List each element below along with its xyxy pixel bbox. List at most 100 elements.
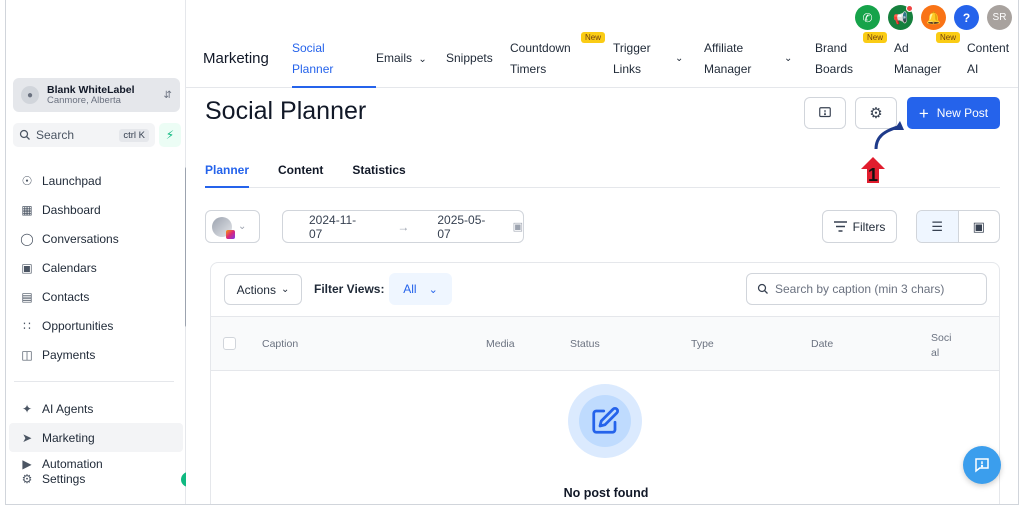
sidebar-item-marketing[interactable]: ➤ Marketing xyxy=(9,423,183,452)
tab-label: Planner xyxy=(292,62,334,76)
chevron-down-icon: ⌄ xyxy=(428,283,438,296)
chevron-down-icon: ⌄ xyxy=(675,53,684,64)
help-button[interactable]: ? xyxy=(954,5,979,30)
social-account-selector[interactable]: ⌄ xyxy=(205,210,260,243)
tab-snippets[interactable]: Snippets xyxy=(446,38,510,88)
filter-views-select[interactable]: All ⌄ xyxy=(389,273,452,305)
column-social-line1: Soci xyxy=(931,332,952,344)
sidebar-item-label: Automation xyxy=(42,457,103,471)
tab-label: Social xyxy=(292,41,325,55)
tab-label: Content xyxy=(967,41,1010,55)
subtab-content[interactable]: Content xyxy=(278,163,323,188)
feedback-button[interactable] xyxy=(804,97,846,129)
tab-countdown-timers[interactable]: Countdown Timers xyxy=(510,38,613,88)
quick-action-bolt-icon[interactable]: ⚡ xyxy=(159,123,181,147)
list-icon: ☰ xyxy=(931,218,944,234)
column-caption: Caption xyxy=(262,338,299,350)
sidebar-item-label: Opportunities xyxy=(42,318,114,333)
tab-label: Affiliate xyxy=(704,41,744,55)
tab-label: Snippets xyxy=(446,51,493,65)
tab-social-planner[interactable]: Social Planner xyxy=(292,38,376,88)
user-avatar[interactable]: SR xyxy=(987,5,1012,30)
view-toggle: ☰ ▣ xyxy=(916,210,1000,243)
sidebar-item-label: Launchpad xyxy=(42,173,102,188)
chevron-down-icon: ⌄ xyxy=(280,284,290,295)
sparkles-icon: ✦ xyxy=(21,401,33,416)
sidebar-item-opportunities[interactable]: ∷ Opportunities xyxy=(6,311,186,340)
sidebar-item-contacts[interactable]: ▤ Contacts xyxy=(6,282,186,311)
tab-trigger-links[interactable]: New Trigger Links ⌄ xyxy=(581,32,704,88)
sidebar-item-conversations[interactable]: ◯ Conversations xyxy=(6,224,186,253)
tab-label: Links xyxy=(613,62,642,76)
sidebar-divider xyxy=(14,381,174,382)
send-icon: ➤ xyxy=(21,430,33,445)
filter-lines-icon xyxy=(833,221,847,232)
new-badge: New xyxy=(581,32,606,43)
notification-dot xyxy=(906,5,913,12)
subtab-planner[interactable]: Planner xyxy=(205,163,250,188)
account-name: Blank WhiteLabel xyxy=(47,83,135,96)
column-type: Type xyxy=(691,338,714,350)
tab-ad-manager[interactable]: New Ad Manager xyxy=(894,32,967,88)
sidebar-item-payments[interactable]: ◫ Payments xyxy=(6,340,186,369)
date-start: 2024-11-07 xyxy=(309,212,357,241)
tab-emails[interactable]: Emails ⌄ xyxy=(376,38,446,88)
sidebar-item-label: Marketing xyxy=(42,430,95,445)
tab-brand-boards[interactable]: New Brand Boards xyxy=(815,32,894,88)
notifications-button[interactable]: 🔔 xyxy=(921,5,946,30)
opportunities-icon: ∷ xyxy=(23,318,31,333)
support-chat-button[interactable] xyxy=(963,446,1001,484)
sidebar-item-dashboard[interactable]: ▦ Dashboard xyxy=(6,195,186,224)
calendar-icon: ▣ xyxy=(512,221,523,233)
instagram-account-avatar xyxy=(212,216,235,239)
calendar-view-button[interactable]: ▣ xyxy=(959,211,1000,242)
phone-icon: ✆ xyxy=(862,10,873,25)
chat-bubble-icon xyxy=(975,458,989,473)
arrow-right-icon: → xyxy=(397,219,410,234)
phone-button[interactable]: ✆ xyxy=(855,5,880,30)
column-status: Status xyxy=(570,338,600,350)
contact-card-icon: ▤ xyxy=(21,289,33,304)
planner-subtabs: Planner Content Statistics xyxy=(205,163,1000,188)
new-post-button[interactable]: + New Post xyxy=(907,97,1000,129)
tab-content-ai[interactable]: Content AI xyxy=(967,38,1017,88)
sidebar-item-automation[interactable]: ▶ Automation xyxy=(6,456,186,472)
chevron-down-icon: ⌄ xyxy=(784,53,793,64)
search-shortcut: ctrl K xyxy=(119,128,149,142)
calendar-icon: ▣ xyxy=(21,260,33,275)
select-all-checkbox[interactable] xyxy=(223,337,236,350)
sidebar-search[interactable]: Search ctrl K xyxy=(13,123,155,147)
sidebar-item-label: Dashboard xyxy=(42,202,101,217)
caption-search-input[interactable]: Search by caption (min 3 chars) xyxy=(746,273,987,305)
sidebar-item-label: Conversations xyxy=(42,231,119,246)
chevron-down-icon: ⌄ xyxy=(238,221,247,232)
filter-views-label: Filter Views: xyxy=(314,282,385,296)
table-header: Caption Media Status Type Date Soci al xyxy=(211,316,999,371)
posts-table-card: Actions ⌄ Filter Views: All ⌄ Search by … xyxy=(210,262,1000,504)
account-switcher[interactable]: ● Blank WhiteLabel Canmore, Alberta ⇵ xyxy=(13,78,180,112)
app-window: ● Blank WhiteLabel Canmore, Alberta ⇵ Se… xyxy=(5,0,1019,505)
edit-icon xyxy=(592,406,620,434)
tab-label: Manager xyxy=(704,62,752,76)
filters-button[interactable]: Filters xyxy=(822,210,897,243)
actions-dropdown[interactable]: Actions ⌄ xyxy=(224,274,302,305)
sidebar-item-launchpad[interactable]: ☉ Launchpad xyxy=(6,166,186,195)
date-range-picker[interactable]: 2024-11-07 → 2025-05-07 ▣ xyxy=(282,210,524,243)
sidebar-item-ai-agents[interactable]: ✦ AI Agents xyxy=(6,394,186,423)
announcements-button[interactable]: 📢 xyxy=(888,5,913,30)
column-social-line2: al xyxy=(931,347,940,359)
rocket-icon: ☉ xyxy=(21,173,33,188)
subtab-statistics[interactable]: Statistics xyxy=(352,163,405,188)
account-avatar-icon: ● xyxy=(21,86,39,104)
sidebar-nav: ☉ Launchpad ▦ Dashboard ◯ Conversations ▣ Ca… xyxy=(6,166,186,369)
list-view-button[interactable]: ☰ xyxy=(917,211,959,242)
sidebar-item-label: Calendars xyxy=(42,260,97,275)
megaphone-icon: 📢 xyxy=(893,10,908,25)
bell-icon: 🔔 xyxy=(926,10,941,25)
filters-label: Filters xyxy=(852,219,886,234)
sidebar-item-label: Payments xyxy=(42,347,96,362)
tab-affiliate-manager[interactable]: Affiliate Manager ⌄ xyxy=(704,38,815,88)
sidebar-item-settings[interactable]: ⚙ Settings xyxy=(6,472,186,486)
sidebar-item-calendars[interactable]: ▣ Calendars xyxy=(6,253,186,282)
page-title: Social Planner xyxy=(205,97,367,125)
